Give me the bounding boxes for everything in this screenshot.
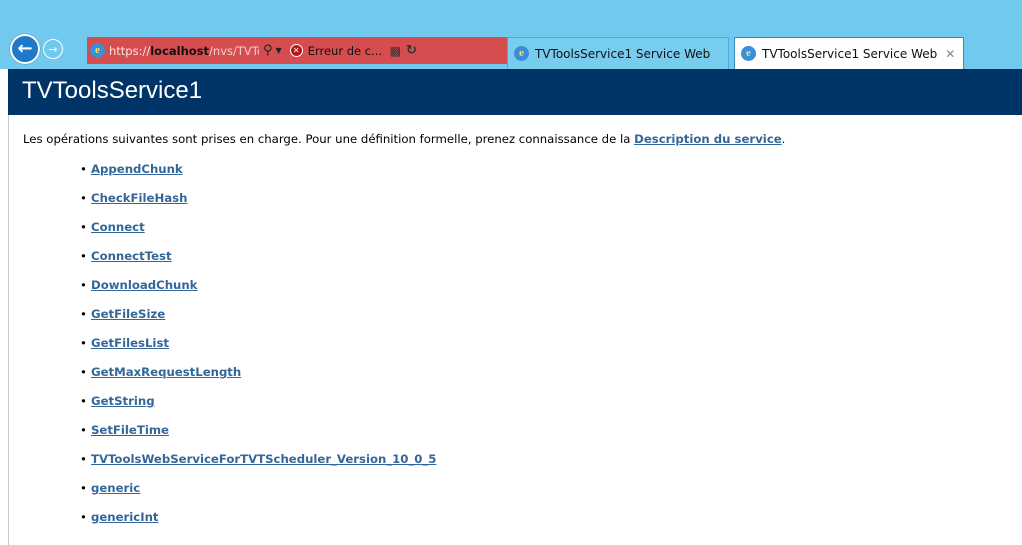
list-item: GetMaxRequestLength	[80, 365, 436, 394]
page-header: TVToolsService1	[8, 69, 1022, 115]
list-item: CheckFileHash	[80, 191, 436, 220]
list-item: AppendChunk	[80, 162, 436, 191]
operations-list: AppendChunk CheckFileHash Connect Connec…	[80, 162, 436, 539]
operation-link-generic[interactable]: generic	[91, 481, 140, 495]
list-item: DownloadChunk	[80, 278, 436, 307]
search-icon[interactable]: ⚲	[263, 43, 273, 58]
operation-link-appendchunk[interactable]: AppendChunk	[91, 162, 183, 176]
certificate-error-label[interactable]: Erreur de c...	[308, 44, 386, 58]
list-item: TVToolsWebServiceForTVTScheduler_Version…	[80, 452, 436, 481]
list-item: GetString	[80, 394, 436, 423]
intro-end: .	[781, 132, 786, 146]
back-arrow-icon[interactable]: ←	[10, 34, 40, 64]
certificate-error-icon[interactable]: ✕	[289, 44, 303, 57]
list-item: SetFileTime	[80, 423, 436, 452]
close-icon[interactable]: ✕	[945, 47, 955, 61]
operation-link-getstring[interactable]: GetString	[91, 394, 155, 408]
list-item: generic	[80, 481, 436, 510]
browser-chrome: ← → e https://localhost/nvs/TVToolsWebS …	[0, 0, 1022, 69]
operation-link-getmaxrequestlength[interactable]: GetMaxRequestLength	[91, 365, 241, 379]
tab-label: TVToolsService1 Service Web	[535, 46, 711, 61]
ie-page-icon: e	[514, 46, 529, 61]
content-left-border	[8, 115, 9, 545]
operation-link-checkfilehash[interactable]: CheckFileHash	[91, 191, 187, 205]
operation-link-connect[interactable]: Connect	[91, 220, 145, 234]
tab-service-web-2-active[interactable]: e TVToolsService1 Service Web ✕	[734, 37, 964, 69]
operation-link-tvtoolswebservice-version[interactable]: TVToolsWebServiceForTVTScheduler_Version…	[91, 452, 436, 466]
page-title: TVToolsService1	[22, 77, 203, 104]
operation-link-getfileslist[interactable]: GetFilesList	[91, 336, 169, 350]
intro-text: Les opérations suivantes sont prises en …	[23, 132, 635, 146]
operation-link-connecttest[interactable]: ConnectTest	[91, 249, 172, 263]
tab-service-web-1[interactable]: e TVToolsService1 Service Web	[507, 37, 729, 69]
tab-label: TVToolsService1 Service Web	[762, 46, 938, 61]
list-item: genericInt	[80, 510, 436, 539]
operation-link-genericint[interactable]: genericInt	[91, 510, 159, 524]
refresh-icon[interactable]: ↻	[406, 43, 417, 58]
address-bar[interactable]: e https://localhost/nvs/TVToolsWebS ⚲ ▼ …	[87, 37, 510, 64]
intro-paragraph: Les opérations suivantes sont prises en …	[23, 132, 785, 146]
operation-link-setfiletime[interactable]: SetFileTime	[91, 423, 169, 437]
ie-page-icon: e	[90, 43, 105, 58]
navigation-bar: ← → e https://localhost/nvs/TVToolsWebS …	[10, 33, 1010, 69]
list-item: Connect	[80, 220, 436, 249]
operation-link-getfilesize[interactable]: GetFileSize	[91, 307, 165, 321]
list-item: GetFilesList	[80, 336, 436, 365]
operation-link-downloadchunk[interactable]: DownloadChunk	[91, 278, 197, 292]
forward-arrow-icon[interactable]: →	[43, 39, 63, 59]
url-text[interactable]: https://localhost/nvs/TVToolsWebS	[109, 44, 259, 58]
ie-page-icon: e	[741, 46, 756, 61]
list-item: ConnectTest	[80, 249, 436, 278]
service-description-link[interactable]: Description du service	[634, 132, 782, 146]
compatibility-view-icon[interactable]: ▩	[390, 44, 401, 58]
list-item: GetFileSize	[80, 307, 436, 336]
chevron-down-icon[interactable]: ▼	[276, 46, 282, 55]
